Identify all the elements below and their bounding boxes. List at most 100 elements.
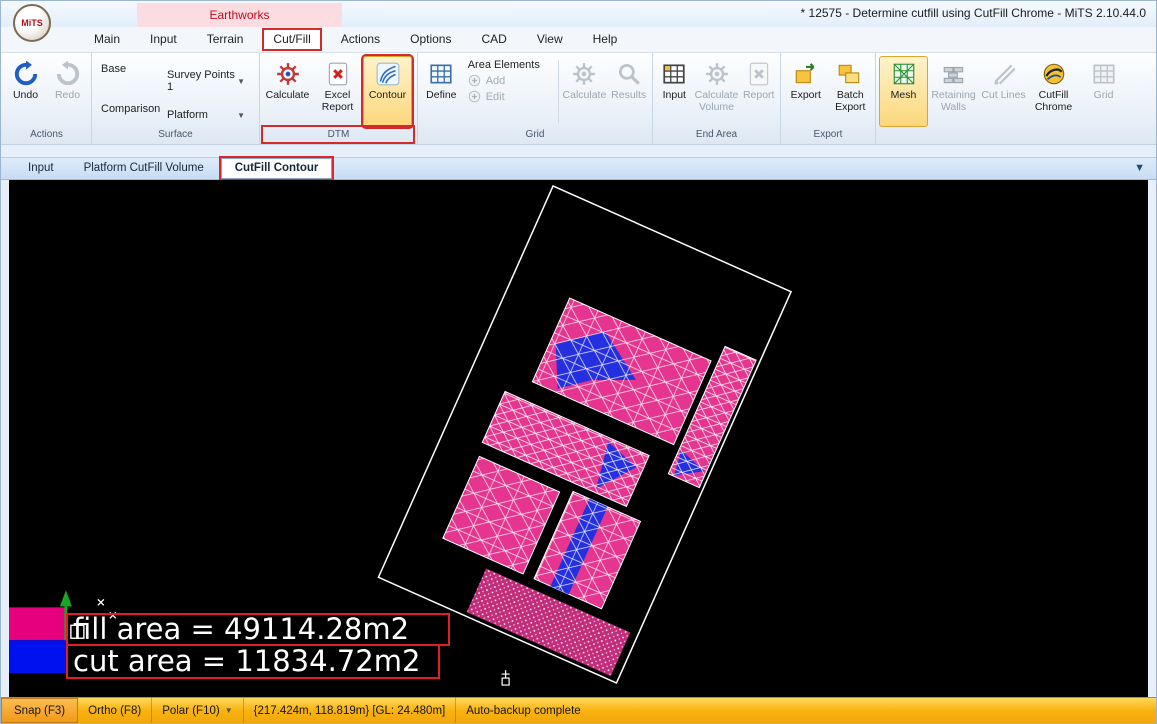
wall-icon — [941, 61, 967, 87]
grid-results-button[interactable]: Results — [608, 56, 649, 127]
grid-results-label: Results — [611, 89, 647, 101]
base-surface-value: Survey Points 1 — [167, 69, 235, 93]
annotation-box-fill-area: fill area = 49114.28m2 — [66, 613, 450, 646]
ribbon-gap — [1, 145, 1156, 157]
cut-lines-label: Cut Lines — [981, 89, 1026, 101]
area-edit-label: Edit — [485, 90, 505, 103]
grid-icon — [428, 61, 454, 87]
tab-help[interactable]: Help — [582, 28, 629, 51]
ribbon-group-export: Export Batch Export Export — [781, 53, 876, 144]
divider — [557, 60, 559, 123]
group-label-surface: Surface — [158, 129, 193, 140]
ribbon-group-end-area: Input Calculate Volume Report End Area — [653, 53, 781, 144]
export-button[interactable]: Export — [784, 56, 828, 127]
redo-label: Redo — [54, 89, 81, 101]
snap-toggle[interactable]: Snap (F3) — [1, 698, 79, 723]
menu-tab-bar: Main Input Terrain Cut/Fill Actions Opti… — [1, 27, 1156, 53]
application-window: MiTS Earthworks * 12575 - Determine cutf… — [0, 0, 1157, 724]
grid-define-button[interactable]: Define — [421, 56, 462, 127]
app-logo-text: MiTS — [21, 18, 43, 28]
gear-icon — [275, 61, 301, 87]
end-area-report-button[interactable]: Report — [740, 56, 777, 127]
tab-options[interactable]: Options — [399, 28, 462, 51]
grid-define-label: Define — [426, 89, 457, 101]
tab-input[interactable]: Input — [139, 28, 188, 51]
drawing-canvas[interactable]: fill area = 49114.28m2 cut area = 11834.… — [9, 180, 1148, 697]
area-elements-label: Area Elements — [467, 59, 540, 71]
group-label-dtm: DTM — [327, 129, 350, 140]
undo-button[interactable]: Undo — [5, 56, 46, 127]
mesh-button[interactable]: Mesh — [879, 56, 928, 127]
group-label-end-area: End Area — [695, 129, 738, 140]
batch-export-icon — [837, 61, 863, 87]
end-area-input-label: Input — [662, 89, 686, 101]
area-edit-button[interactable]: Edit — [468, 90, 550, 103]
ribbon-group-dtm: Calculate Excel Report Contour DTM — [260, 53, 418, 144]
dtm-calculate-button[interactable]: Calculate — [263, 56, 312, 127]
tab-cad[interactable]: CAD — [470, 28, 517, 51]
doc-tab-cutfill-contour[interactable]: CutFill Contour — [218, 156, 335, 181]
polar-label: Polar (F10) — [162, 704, 220, 717]
comparison-surface-value: Platform — [167, 109, 208, 121]
grid-icon — [661, 61, 687, 87]
calculate-volume-button[interactable]: Calculate Volume — [694, 56, 740, 127]
report-icon — [746, 61, 772, 87]
cut-lines-button[interactable]: Cut Lines — [979, 56, 1028, 127]
mesh-block-lower-left — [442, 455, 561, 575]
redo-button[interactable]: Redo — [47, 56, 88, 127]
cutfill-chrome-icon — [1041, 61, 1067, 87]
tab-view[interactable]: View — [526, 28, 574, 51]
tab-cutfill[interactable]: Cut/Fill — [262, 28, 322, 51]
tab-terrain[interactable]: Terrain — [196, 28, 255, 51]
end-area-input-button[interactable]: Input — [656, 56, 693, 127]
grid-icon — [1091, 61, 1117, 87]
excel-report-button[interactable]: Excel Report — [313, 56, 362, 127]
contour-label: Contour — [368, 89, 407, 101]
mesh-label: Mesh — [890, 89, 917, 101]
fill-color-swatch — [9, 607, 67, 641]
redo-icon — [55, 61, 81, 87]
cut-area-text: cut area = 11834.72m2 — [73, 644, 421, 678]
mesh-icon — [891, 61, 917, 87]
doc-tab-platform-cutfill-volume[interactable]: Platform CutFill Volume — [71, 159, 217, 178]
group-label-export: Export — [813, 129, 843, 140]
plus-circle-icon — [468, 90, 481, 103]
cutfill-chrome-button[interactable]: CutFill Chrome — [1029, 56, 1078, 127]
retaining-walls-button[interactable]: Retaining Walls — [929, 56, 978, 127]
gear-icon — [704, 61, 730, 87]
calculate-volume-label: Calculate Volume — [694, 89, 739, 113]
area-add-button[interactable]: Add — [468, 74, 550, 87]
grid-calculate-button[interactable]: Calculate — [562, 56, 608, 127]
tab-main[interactable]: Main — [83, 28, 131, 51]
contour-icon — [375, 61, 401, 87]
tools-grid-button[interactable]: Grid — [1079, 56, 1128, 127]
document-tab-bar: Input Platform CutFill Volume CutFill Co… — [1, 156, 1156, 181]
ortho-toggle[interactable]: Ortho (F8) — [78, 698, 153, 723]
title-bar: MiTS Earthworks * 12575 - Determine cutf… — [1, 1, 1156, 42]
status-message: Auto-backup complete — [466, 704, 581, 717]
gear-icon — [571, 61, 597, 87]
ribbon-group-actions: Undo Redo Actions — [2, 53, 92, 144]
excel-report-icon — [325, 61, 351, 87]
point-marker — [501, 670, 510, 686]
comparison-label: Comparison — [101, 103, 161, 115]
base-surface-select[interactable]: Survey Points 1 ▼ — [167, 63, 247, 99]
batch-export-button[interactable]: Batch Export — [829, 56, 873, 127]
undo-icon — [13, 61, 39, 87]
tools-grid-label: Grid — [1093, 89, 1114, 101]
cut-lines-icon — [991, 61, 1017, 87]
chevron-down-icon: ▼ — [237, 110, 245, 120]
tab-actions[interactable]: Actions — [330, 28, 391, 51]
contour-button[interactable]: Contour — [361, 54, 414, 129]
polar-toggle[interactable]: Polar (F10) ▼ — [152, 698, 244, 723]
doc-tabs-dropdown[interactable]: ▼ — [1134, 162, 1145, 174]
end-area-report-label: Report — [742, 89, 775, 101]
comparison-surface-select[interactable]: Platform ▼ — [167, 103, 247, 127]
export-label: Export — [790, 89, 821, 101]
grid-calculate-label: Calculate — [562, 89, 607, 101]
app-logo: MiTS — [13, 4, 51, 42]
area-add-label: Add — [485, 74, 506, 87]
doc-tab-input[interactable]: Input — [15, 159, 67, 178]
contextual-tab-group-earthworks: Earthworks — [137, 3, 342, 27]
ribbon: Undo Redo Actions Base Survey Points 1 ▼ … — [1, 53, 1156, 145]
